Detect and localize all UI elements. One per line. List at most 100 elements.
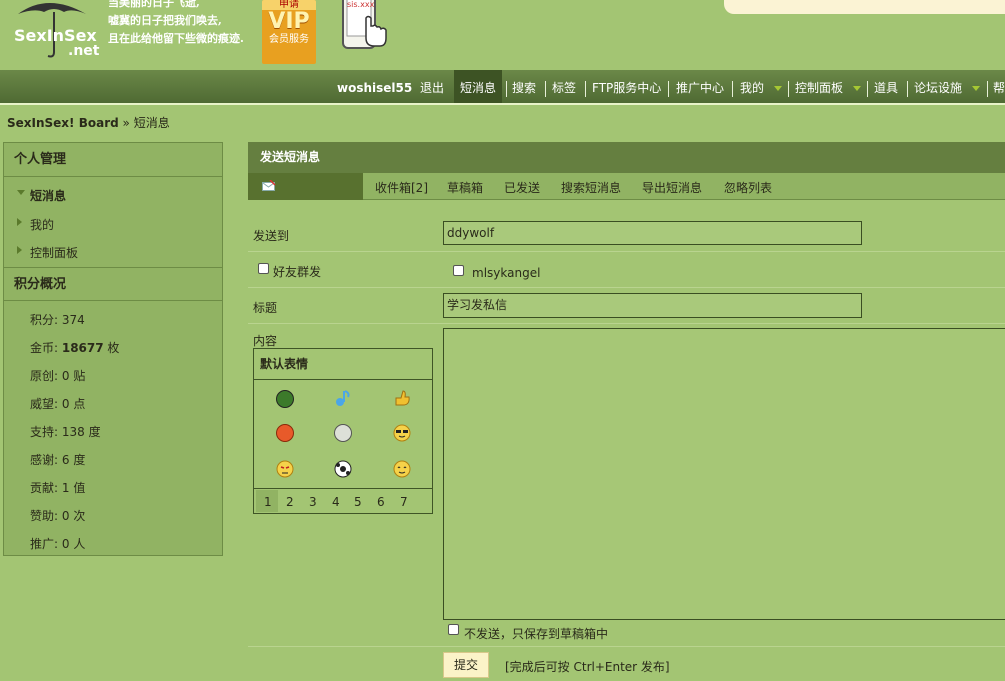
- row-divider: [248, 323, 1005, 324]
- stat-value: 138: [61, 425, 85, 439]
- smiley-page[interactable]: 3: [309, 495, 317, 509]
- tab-sent[interactable]: 已发送: [504, 179, 540, 196]
- breadcrumb-board[interactable]: SexInSex! Board: [7, 116, 119, 130]
- tab-compose[interactable]: [248, 173, 363, 200]
- submit-hint: [完成后可按 Ctrl+Enter 发布]: [505, 660, 670, 674]
- send-to-field[interactable]: ddywolf: [443, 221, 862, 245]
- logo-sub: .net: [68, 43, 100, 59]
- stat-row: 积分: 374: [30, 311, 85, 328]
- group-send-checkbox[interactable]: [258, 263, 269, 274]
- smiley-page[interactable]: 7: [400, 495, 408, 509]
- stat-value: 374: [61, 313, 85, 327]
- message-textarea[interactable]: [443, 328, 1005, 620]
- arrow-right-icon: [17, 218, 22, 226]
- stat-label: 支持:: [30, 425, 62, 439]
- stat-unit: 贴: [69, 369, 86, 383]
- stat-unit: 度: [84, 425, 101, 439]
- emoticon-icon[interactable]: [393, 460, 411, 478]
- tab-export-messages[interactable]: 导出短消息: [642, 179, 702, 196]
- stat-unit: 次: [69, 509, 86, 523]
- breadcrumb-separator: »: [122, 116, 130, 130]
- stat-unit: 枚: [103, 341, 120, 355]
- smiley-panel: 默认表情 1 2 3 4 5 6 7: [253, 348, 433, 514]
- compose-icon: [262, 180, 276, 191]
- nav-separator: [506, 81, 507, 97]
- vip-sub-label: 会员服务: [269, 34, 309, 45]
- emoticon-icon[interactable]: [393, 389, 411, 407]
- sidebar-points-title: 积分概况: [4, 267, 222, 301]
- nav-logout[interactable]: 退出: [420, 70, 444, 103]
- emoticon-icon[interactable]: [334, 460, 352, 478]
- stat-value: 0: [61, 509, 70, 523]
- nav-bar: woshisel55 退出 短消息 搜索 标签 FTP服务中心 推广中心 我的 …: [0, 70, 1005, 103]
- emoticon-icon[interactable]: [334, 389, 352, 407]
- tab-ignore-list[interactable]: 忽略列表: [724, 179, 772, 196]
- nav-item-tags[interactable]: 标签: [552, 70, 576, 103]
- nav-item-ftp[interactable]: FTP服务中心: [592, 70, 661, 103]
- stat-row: 赞助: 0 次: [30, 507, 85, 524]
- nav-item-tools[interactable]: 道具: [874, 70, 898, 103]
- stat-unit: 值: [69, 481, 86, 495]
- chevron-down-icon: [853, 86, 862, 91]
- stat-label: 贡献:: [30, 481, 62, 495]
- emoticon-icon[interactable]: [393, 424, 411, 442]
- stat-row: 支持: 138 度: [30, 423, 101, 440]
- tab-search-messages[interactable]: 搜索短消息: [561, 179, 621, 196]
- smiley-page[interactable]: 6: [377, 495, 385, 509]
- tab-inbox[interactable]: 收件箱[2]: [375, 179, 428, 196]
- send-to-label: 发送到: [253, 229, 290, 243]
- sidebar-item-control-panel[interactable]: 控制面板: [30, 244, 78, 261]
- stat-label: 积分:: [30, 313, 62, 327]
- stat-value: 6: [61, 453, 70, 467]
- sidebar-personal-title: 个人管理: [4, 143, 222, 177]
- row-divider: [248, 646, 1005, 647]
- emoticon-icon[interactable]: [276, 424, 294, 442]
- smiley-divider: [254, 488, 432, 489]
- nav-item-facilities-label: 论坛设施: [914, 81, 963, 95]
- slogan-line: 嘘冀的日子把我们唤去,: [108, 14, 222, 27]
- slogan-line: 当美丽的日子飞逝,: [108, 0, 200, 9]
- subject-field[interactable]: 学习发私信: [443, 293, 862, 318]
- sidebar: 个人管理 短消息 我的 控制面板 积分概况 积分: 374 金币: 18677 …: [3, 142, 223, 556]
- nav-item-promotion[interactable]: 推广中心: [676, 70, 724, 103]
- emoticon-icon[interactable]: [334, 424, 352, 442]
- message-tabs: 收件箱[2] 草稿箱 已发送 搜索短消息 导出短消息 忽略列表: [248, 173, 1005, 200]
- stat-unit: 人: [69, 537, 86, 551]
- save-draft-label: 不发送，只保存到草稿箱中: [464, 627, 609, 641]
- sidebar-item-messages[interactable]: 短消息: [30, 187, 66, 204]
- emoticon-icon[interactable]: [276, 390, 294, 408]
- nav-separator: [732, 81, 733, 97]
- stat-unit: 度: [69, 453, 86, 467]
- sidebar-item-my[interactable]: 我的: [30, 216, 54, 233]
- nav-item-my[interactable]: 我的: [740, 70, 783, 103]
- smiley-page[interactable]: 1: [264, 495, 272, 509]
- smiley-page[interactable]: 5: [354, 495, 362, 509]
- smiley-page[interactable]: 4: [332, 495, 340, 509]
- top-info-box: [724, 0, 1005, 14]
- arrow-down-icon: [17, 190, 25, 195]
- submit-button[interactable]: 提交: [443, 652, 489, 678]
- stat-label: 赞助:: [30, 509, 62, 523]
- nav-item-facilities[interactable]: 论坛设施: [914, 70, 981, 103]
- nav-username[interactable]: woshisel55: [337, 70, 412, 103]
- nav-item-control-panel[interactable]: 控制面板: [795, 70, 862, 103]
- nav-separator: [788, 81, 789, 97]
- slogan-line: 且在此给他留下些微的痕迹.: [108, 32, 244, 45]
- nav-item-help[interactable]: 帮: [993, 70, 1005, 103]
- tab-drafts[interactable]: 草稿箱: [447, 179, 483, 196]
- emoticon-icon[interactable]: [276, 460, 294, 478]
- group-send-label: 好友群发: [273, 265, 322, 279]
- nav-item-messages[interactable]: 短消息: [454, 70, 503, 103]
- friend-checkbox[interactable]: [453, 265, 464, 276]
- save-draft-checkbox[interactable]: [448, 624, 459, 635]
- vip-banner[interactable]: 申请 VIP 会员服务: [262, 0, 316, 64]
- smiley-page[interactable]: 2: [286, 495, 294, 509]
- chevron-down-icon: [972, 86, 981, 91]
- nav-item-search[interactable]: 搜索: [512, 70, 536, 103]
- stat-unit: 点: [69, 397, 86, 411]
- breadcrumb-current: 短消息: [133, 116, 170, 130]
- friend-name: mlsykangel: [472, 266, 541, 280]
- stat-value: 0: [61, 537, 70, 551]
- nav-separator: [585, 81, 586, 97]
- nav-item-my-label: 我的: [740, 81, 765, 95]
